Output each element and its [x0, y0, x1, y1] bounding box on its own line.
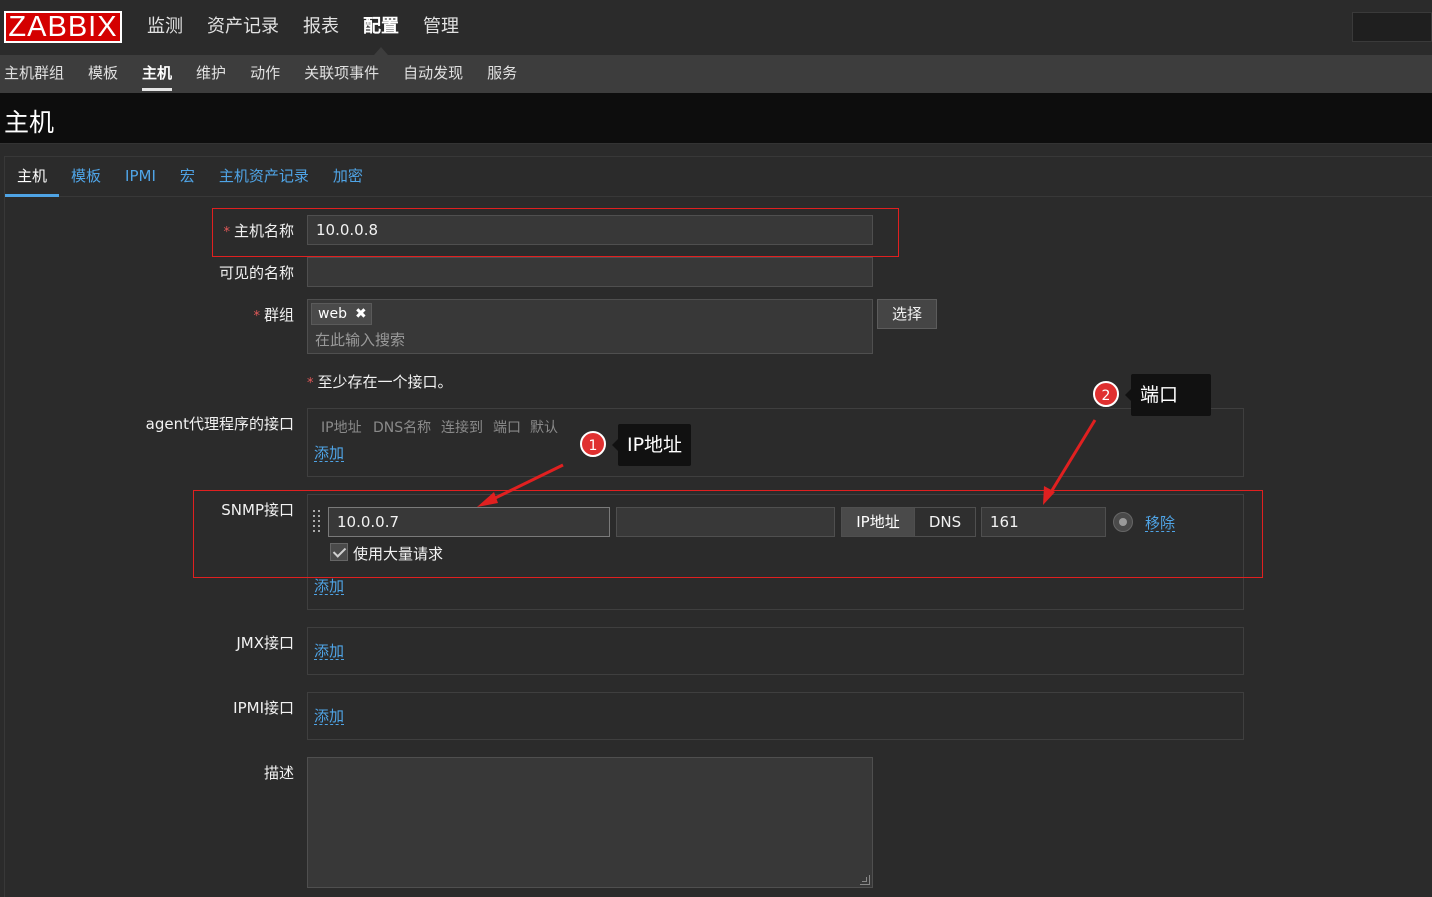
page-header: 主机: [0, 93, 1432, 144]
form-tabs: 主机 模板 IPMI 宏 主机资产记录 加密: [5, 157, 1432, 197]
groups-search-placeholder[interactable]: 在此输入搜索: [315, 329, 405, 350]
menu-reports[interactable]: 报表: [291, 0, 351, 55]
tab-ipmi[interactable]: IPMI: [113, 157, 168, 196]
host-name-input[interactable]: 10.0.0.8: [307, 215, 873, 245]
annotation-badge-2: 2: [1093, 381, 1119, 407]
visible-name-label: 可见的名称: [218, 264, 294, 282]
menu-administration[interactable]: 管理: [411, 0, 471, 55]
add-ipmi-interface-link[interactable]: 添加: [314, 708, 345, 725]
col-dns-name: DNS名称: [373, 420, 432, 436]
col-connect-to: 连接到: [441, 420, 483, 436]
menu-configuration[interactable]: 配置: [351, 0, 411, 55]
add-snmp-interface-link[interactable]: 添加: [314, 578, 345, 595]
submenu-templates[interactable]: 模板: [76, 55, 130, 93]
default-interface-radio[interactable]: [1113, 512, 1133, 532]
annotation-badge-1: 1: [580, 431, 606, 457]
page-title: 主机: [4, 108, 55, 137]
annotation-callout-ip: IP地址: [611, 424, 692, 466]
groups-label: * 群组: [253, 306, 294, 324]
col-port: 端口: [493, 420, 521, 436]
jmx-interface-label: JMX接口: [236, 634, 294, 652]
zabbix-logo[interactable]: ZABBIX: [4, 11, 122, 43]
remove-interface-link[interactable]: 移除: [1145, 515, 1176, 532]
ipmi-interface-label: IPMI接口: [233, 699, 294, 717]
select-groups-button[interactable]: 选择: [877, 299, 937, 329]
submenu-hosts[interactable]: 主机: [130, 55, 184, 93]
drag-handle-icon[interactable]: [313, 510, 323, 534]
interface-required-note: * 至少存在一个接口。: [307, 373, 453, 391]
sub-menu: 主机群组 模板 主机 维护 动作 关联项事件 自动发现 服务: [0, 55, 1432, 93]
tab-host[interactable]: 主机: [5, 157, 60, 197]
tab-macros[interactable]: 宏: [168, 157, 207, 196]
menu-inventory[interactable]: 资产记录: [195, 0, 291, 55]
visible-name-input[interactable]: [307, 257, 873, 287]
submenu-discovery[interactable]: 自动发现: [391, 55, 475, 93]
resize-handle-icon[interactable]: [860, 875, 870, 885]
ipmi-interface-box: [307, 692, 1244, 740]
menu-monitoring[interactable]: 监测: [135, 0, 195, 55]
bulk-requests-label: 使用大量请求: [353, 545, 444, 563]
add-agent-interface-link[interactable]: 添加: [314, 445, 345, 462]
connect-dns-toggle[interactable]: DNS: [914, 507, 976, 537]
submenu-actions[interactable]: 动作: [238, 55, 292, 93]
snmp-dns-input[interactable]: [616, 507, 835, 537]
group-tag-web: web ✖: [311, 303, 372, 325]
submenu-maintenance[interactable]: 维护: [184, 55, 238, 93]
description-textarea[interactable]: [307, 757, 873, 888]
snmp-ip-input[interactable]: 10.0.0.7: [328, 507, 610, 537]
tab-inventory[interactable]: 主机资产记录: [207, 157, 321, 196]
main-menu: 监测 资产记录 报表 配置 管理: [135, 0, 471, 55]
tab-encryption[interactable]: 加密: [321, 157, 375, 196]
tab-templates[interactable]: 模板: [59, 157, 113, 196]
snmp-interface-label: SNMP接口: [221, 501, 294, 519]
top-nav-bar: ZABBIX 监测 资产记录 报表 配置 管理: [0, 0, 1432, 55]
submenu-services[interactable]: 服务: [475, 55, 529, 93]
annotation-callout-port: 端口: [1125, 374, 1211, 416]
host-name-label: * 主机名称: [223, 222, 294, 240]
agent-interface-label: agent代理程序的接口: [145, 415, 294, 433]
global-search-input[interactable]: [1352, 12, 1432, 42]
remove-tag-icon[interactable]: ✖: [355, 306, 367, 322]
snmp-port-input[interactable]: 161: [981, 507, 1106, 537]
bulk-requests-checkbox[interactable]: [330, 543, 348, 561]
col-ip-address: IP地址: [321, 420, 362, 436]
jmx-interface-box: [307, 627, 1244, 675]
submenu-host-groups[interactable]: 主机群组: [0, 55, 76, 93]
col-default: 默认: [530, 420, 558, 436]
add-jmx-interface-link[interactable]: 添加: [314, 643, 345, 660]
submenu-correlation[interactable]: 关联项事件: [292, 55, 391, 93]
description-label: 描述: [263, 764, 294, 782]
connect-ip-toggle[interactable]: IP地址: [841, 507, 915, 537]
